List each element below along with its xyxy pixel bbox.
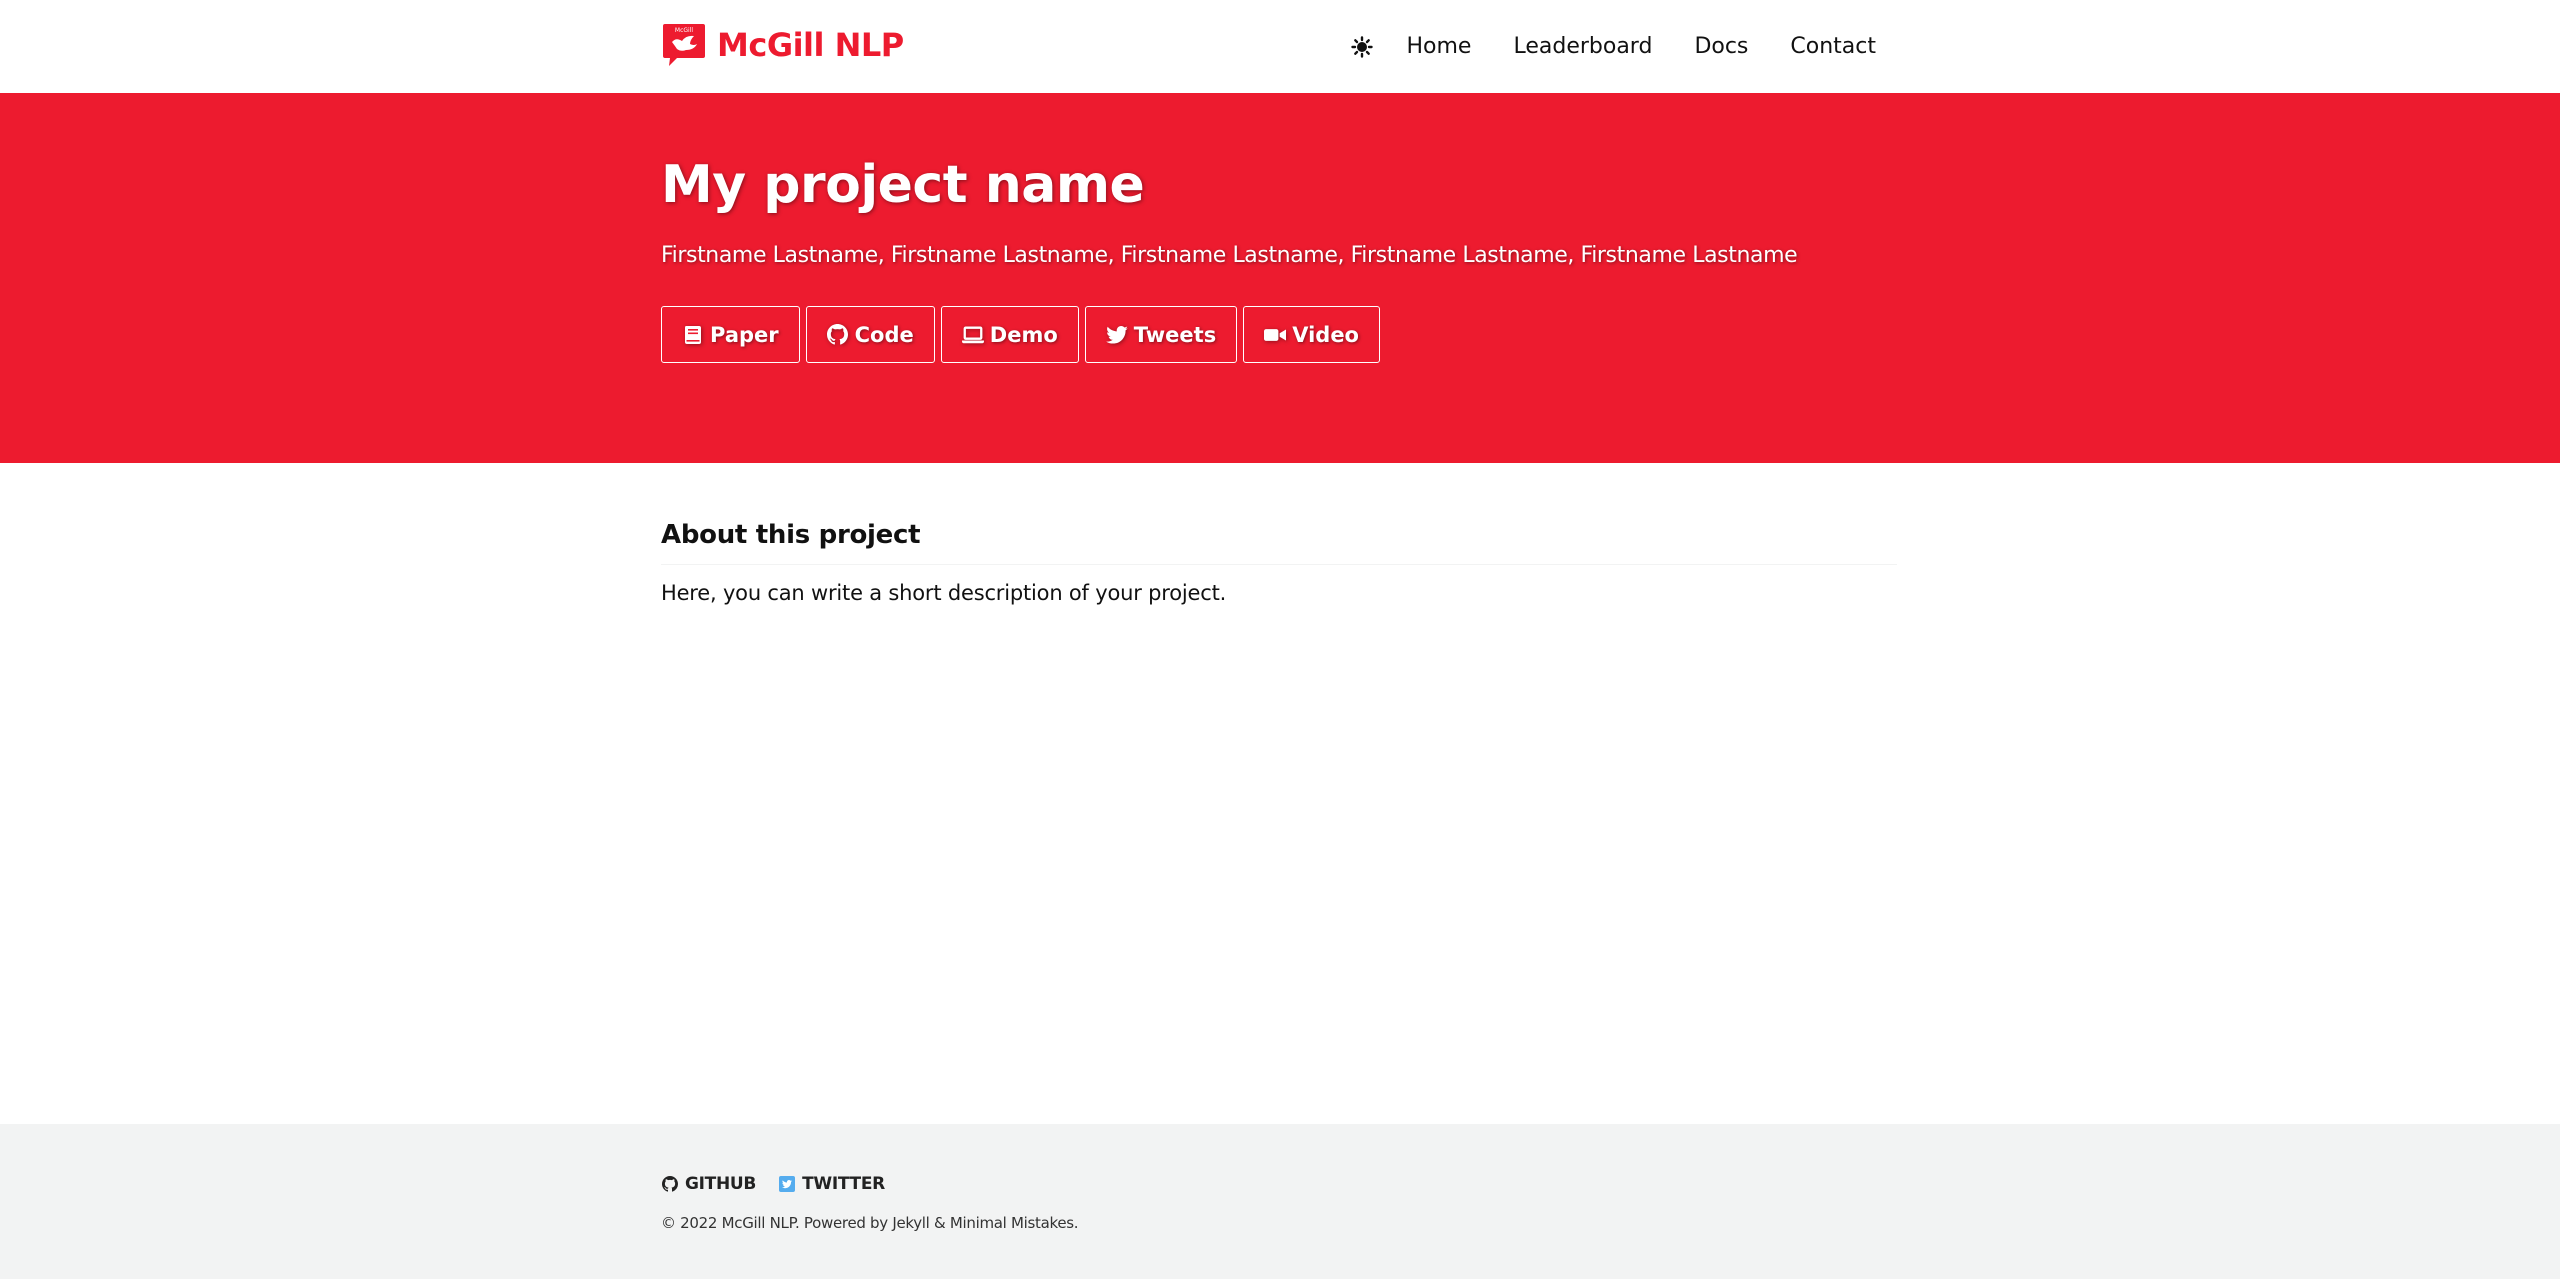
page-title: My project name [661, 155, 1145, 215]
about-section-title: About this project [661, 520, 1897, 565]
github-icon [827, 324, 849, 346]
theme-toggle-sun-icon[interactable] [1349, 34, 1375, 60]
twitter-icon [1105, 324, 1128, 346]
logo-badge-text: McGill [675, 27, 693, 34]
footer-social-links: GITHUB TWITTER [661, 1174, 907, 1194]
demo-button-label: Demo [989, 322, 1058, 347]
masthead: McGill McGill NLP Home Leaderboard Docs … [0, 0, 2560, 93]
hero-action-buttons: Paper Code Demo Tweets Video [661, 306, 1386, 363]
code-button-label: Code [854, 322, 914, 347]
nav-home-link[interactable]: Home [1407, 0, 1472, 93]
page-footer: GITHUB TWITTER © 2022 McGill NLP. Powere… [0, 1124, 2560, 1279]
nav-leaderboard-link[interactable]: Leaderboard [1513, 0, 1652, 93]
code-button[interactable]: Code [805, 306, 935, 363]
laptop-icon [961, 324, 984, 346]
paper-button[interactable]: Paper [661, 306, 800, 363]
tweets-button-label: Tweets [1133, 322, 1217, 347]
nav-docs-link[interactable]: Docs [1694, 0, 1748, 93]
book-icon [682, 324, 704, 346]
twitter-square-icon [778, 1175, 796, 1193]
nav-contact-link[interactable]: Contact [1790, 0, 1876, 93]
site-title: McGill NLP [717, 26, 904, 64]
footer-twitter-label: TWITTER [802, 1174, 885, 1194]
project-description: Here, you can write a short description … [661, 581, 1227, 605]
copyright-text: © 2022 McGill NLP. Powered by Jekyll & M… [661, 1214, 1079, 1232]
site-logo-link[interactable]: McGill McGill NLP [661, 22, 904, 68]
footer-github-link[interactable]: GITHUB [661, 1174, 756, 1194]
tweets-button[interactable]: Tweets [1084, 306, 1238, 363]
author-list: Firstname Lastname, Firstname Lastname, … [661, 243, 1798, 268]
page-hero: My project name Firstname Lastname, Firs… [0, 93, 2560, 463]
mcgill-logo-icon: McGill [663, 24, 705, 66]
footer-twitter-link[interactable]: TWITTER [778, 1174, 885, 1194]
footer-github-label: GITHUB [685, 1174, 757, 1194]
video-camera-icon [1264, 324, 1287, 346]
paper-button-label: Paper [710, 322, 779, 347]
demo-button[interactable]: Demo [940, 306, 1079, 363]
video-button-label: Video [1292, 322, 1359, 347]
main-content: About this project Here, you can write a… [661, 520, 1897, 605]
video-button[interactable]: Video [1243, 306, 1380, 363]
github-icon [661, 1175, 679, 1193]
main-nav: Home Leaderboard Docs Contact [1349, 0, 1876, 93]
